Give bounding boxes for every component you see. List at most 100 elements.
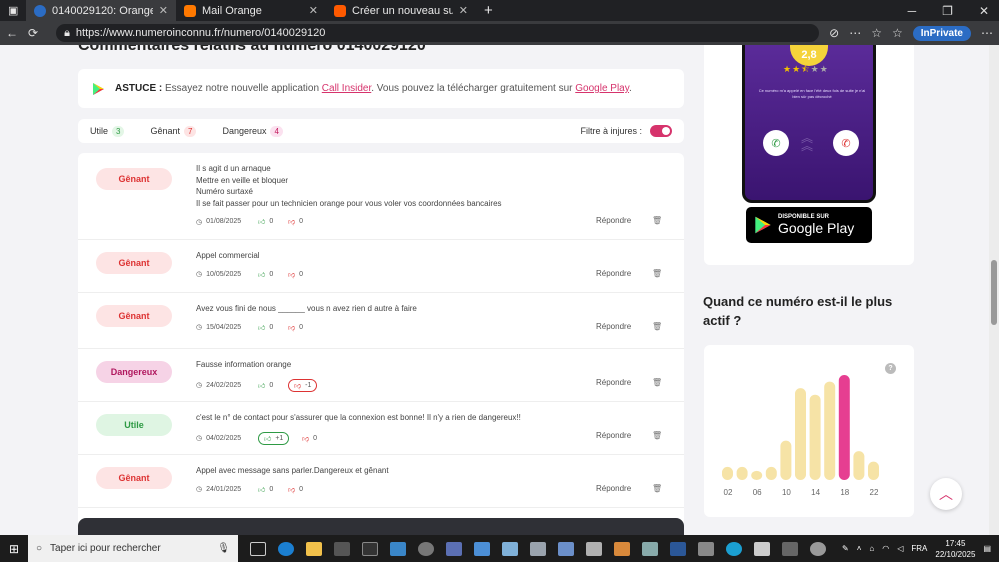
taskbar-search[interactable]: ○ Taper ici pour rechercher 🎙︎ [28,535,238,562]
pen-icon[interactable]: ✎ [842,544,849,553]
windows-start-icon[interactable]: ⊞ [9,542,19,556]
reply-button[interactable]: Répondre [596,378,631,387]
security-icon[interactable] [754,541,770,556]
downvote-button[interactable]: 👎︎ 0 [302,434,332,443]
reply-button[interactable]: Répondre [596,269,631,278]
collections-icon[interactable]: ☆ [892,26,903,40]
clock[interactable]: 17:45 22/10/2025 [935,538,975,560]
downvote-button[interactable]: 👎︎ -1 [288,378,332,392]
app-icon[interactable] [446,541,462,556]
close-icon[interactable]: ✕ [159,4,168,17]
store-icon[interactable] [334,541,350,556]
mic-icon[interactable]: 🎙︎ [217,543,230,554]
back-icon[interactable]: ← [6,26,18,40]
chart-bar[interactable] [795,388,806,480]
terminal-icon[interactable] [362,541,378,556]
google-play-badge[interactable]: DISPONIBLE SUR Google Play [746,207,872,243]
upvote-button[interactable]: 👍︎ 0 [258,270,288,279]
app-icon[interactable] [530,541,546,556]
scroll-top-button[interactable]: ︿ [930,478,962,510]
chart-bar[interactable] [751,470,763,480]
app-icon[interactable] [782,541,798,556]
volume-icon[interactable]: ◁ [897,544,903,553]
chart-bar[interactable] [838,375,850,480]
delete-icon[interactable]: 🗑︎ [652,322,662,331]
downvote-button[interactable]: 👎︎ 0 [288,217,318,226]
chart-bar[interactable] [765,466,777,480]
file-explorer-icon[interactable] [306,541,322,556]
url-field[interactable]: 🔒︎ https://www.numeroinconnu.fr/numero/0… [56,24,820,42]
reply-button[interactable]: Répondre [596,484,631,493]
chart-bar[interactable] [853,451,865,480]
minimize-icon[interactable]: ─ [908,4,917,18]
google-play-link[interactable]: Google Play [575,83,629,94]
tracking-icon[interactable]: ⊘ [829,26,839,40]
edge-active-icon[interactable] [726,541,742,556]
call-insider-link[interactable]: Call Insider [322,83,371,94]
maximize-icon[interactable]: ❐ [942,4,953,18]
task-view-icon[interactable] [250,541,266,556]
app-icon[interactable] [558,541,574,556]
chart-bar[interactable] [736,466,748,480]
new-tab-button[interactable]: + [476,0,501,21]
chart-bar[interactable] [809,394,821,480]
downvote-button[interactable]: 👎︎ 0 [288,270,318,279]
app-icon[interactable] [698,541,714,556]
chart-bar[interactable] [722,466,733,480]
notifications-icon[interactable]: ▤ [983,544,991,553]
app-icon[interactable] [502,541,518,556]
filter-utile[interactable]: Utile 3 [90,125,125,137]
tab-actions-button[interactable]: ▣ [0,0,26,21]
more-tools-icon[interactable]: ⋯ [849,26,861,40]
edge-icon[interactable] [278,541,294,556]
app-icon[interactable] [586,541,602,556]
chart-bar[interactable] [780,440,792,480]
chart-bar[interactable] [868,461,879,480]
settings-menu-icon[interactable]: ⋯ [981,26,993,40]
network-icon[interactable]: ⌂ [869,544,874,553]
upvote-button[interactable]: 👍︎ 0 [258,323,288,332]
remote-desktop-icon[interactable] [390,541,406,556]
upvote-button[interactable]: 👍︎ 0 [258,381,288,390]
delete-icon[interactable]: 🗑︎ [652,431,662,440]
word-icon[interactable] [670,541,686,556]
tab-mail-orange[interactable]: Mail Orange ✕ [176,0,326,21]
upvote-button[interactable]: 👍︎ 0 [258,485,288,494]
inprivate-badge[interactable]: InPrivate [912,25,971,41]
reply-button[interactable]: Répondre [596,322,631,331]
delete-icon[interactable]: 🗑︎ [652,484,662,493]
delete-icon[interactable]: 🗑︎ [652,216,662,225]
insult-filter-toggle[interactable] [650,125,672,137]
delete-icon[interactable]: 🗑︎ [652,269,662,278]
refresh-icon[interactable]: ⟳ [28,26,38,40]
app-icon[interactable] [642,541,658,556]
settings-icon[interactable] [810,541,826,556]
reply-button[interactable]: Répondre [596,431,631,440]
downvote-button[interactable]: 👎︎ 0 [288,485,318,494]
upvote-button[interactable]: 👍︎ +1 [258,431,302,445]
wifi-icon[interactable]: ◠ [882,544,889,553]
close-icon[interactable]: ✕ [309,4,318,17]
tip-text: Essayez notre nouvelle application [165,83,319,94]
filter-dangereux[interactable]: Dangereux 4 [222,125,283,137]
close-icon[interactable]: ✕ [459,4,468,17]
delete-icon[interactable]: 🗑︎ [652,378,662,387]
chart-bar[interactable] [824,381,836,480]
scrollbar-thumb[interactable] [991,260,997,325]
page-scrollbar[interactable] [989,45,999,535]
downvote-button[interactable]: 👎︎ 0 [288,323,318,332]
vote-count: 0 [299,323,304,331]
reply-button[interactable]: Répondre [596,216,631,225]
close-window-icon[interactable]: ✕ [979,4,989,18]
tab-numero[interactable]: 0140029120: Orange: Paris – Nom ✕ [26,0,176,21]
favorite-star-icon[interactable]: ☆ [871,26,882,40]
tab-community[interactable]: Créer un nouveau sujet - Commu ✕ [326,0,476,21]
language-indicator[interactable]: FRA [911,544,927,553]
filter-genant[interactable]: Gênant 7 [150,125,197,137]
help-icon[interactable]: ? [885,363,896,374]
settings-gear-icon[interactable] [418,541,434,556]
media-player-icon[interactable] [614,541,630,556]
chevron-up-icon[interactable]: ˄ [857,544,862,553]
app-icon[interactable] [474,541,490,556]
upvote-button[interactable]: 👍︎ 0 [258,217,288,226]
